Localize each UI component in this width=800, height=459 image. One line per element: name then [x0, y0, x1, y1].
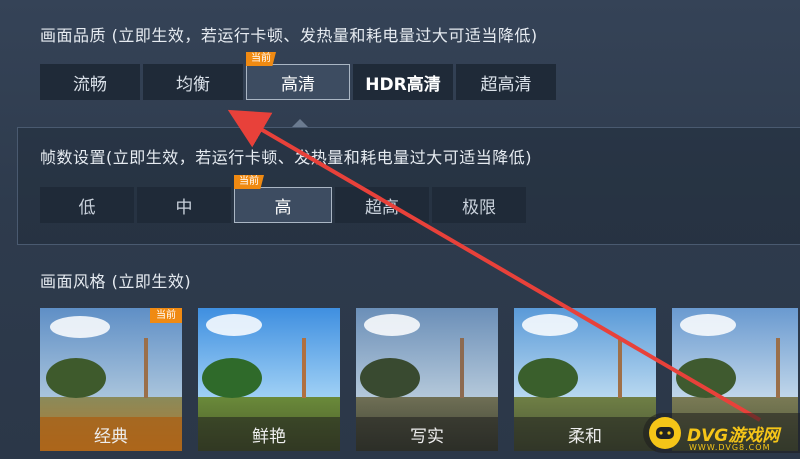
framerate-option-label: 超高: [365, 197, 399, 218]
quality-options: 流畅 均衡 当前 高清 HDR高清 超高清: [40, 52, 556, 100]
quality-section-title: 画面品质 (立即生效，若运行卡顿、发热量和耗电量过大可适当降低): [40, 26, 538, 45]
style-card-label: 写实: [356, 417, 498, 451]
framerate-option-high[interactable]: 当前 高: [234, 175, 332, 223]
tower-icon: [302, 338, 306, 398]
watermark-sub: WWW.DVG8.COM: [689, 443, 771, 452]
tree-icon: [676, 358, 736, 398]
framerate-option-ultra[interactable]: 超高: [335, 187, 429, 223]
tree-icon: [46, 358, 106, 398]
quality-option-hd[interactable]: 当前 高清: [246, 52, 350, 100]
style-card-vivid[interactable]: 鲜艳: [198, 308, 340, 451]
quality-option-label: HDR高清: [365, 74, 441, 95]
tower-icon: [618, 338, 622, 398]
gamepad-icon: [649, 417, 681, 449]
watermark-text: DVG游戏网: [687, 425, 780, 446]
framerate-option-label: 高: [274, 197, 292, 218]
style-card-classic[interactable]: 当前 经典: [40, 308, 182, 451]
style-card-soft[interactable]: 柔和: [514, 308, 656, 451]
framerate-option-label: 中: [175, 197, 193, 218]
cloud-icon: [680, 314, 736, 336]
tree-icon: [360, 358, 420, 398]
framerate-option-extreme[interactable]: 极限: [432, 187, 526, 223]
tower-icon: [460, 338, 464, 398]
framerate-options: 低 中 当前 高 超高 极限: [40, 175, 526, 223]
framerate-option-medium[interactable]: 中: [137, 187, 231, 223]
cloud-icon: [206, 314, 262, 336]
style-card-label: 鲜艳: [198, 417, 340, 451]
style-card-label: 柔和: [514, 417, 656, 451]
quality-option-balanced[interactable]: 均衡: [143, 64, 243, 100]
framerate-section-title: 帧数设置(立即生效，若运行卡顿、发热量和耗电量过大可适当降低): [40, 148, 532, 167]
cloud-icon: [364, 314, 420, 336]
quality-option-label: 高清: [281, 74, 315, 95]
tower-icon: [144, 338, 148, 398]
quality-option-ultra-hd[interactable]: 超高清: [456, 64, 556, 100]
cloud-icon: [50, 316, 110, 338]
tower-icon: [776, 338, 780, 398]
tree-icon: [518, 358, 578, 398]
quality-option-hdr-hd[interactable]: HDR高清: [353, 64, 453, 100]
quality-option-label: 均衡: [176, 74, 210, 95]
current-badge: 当前: [150, 308, 182, 323]
quality-option-label: 流畅: [73, 74, 107, 95]
current-badge: 当前: [246, 52, 276, 66]
watermark: DVG游戏网 WWW.DVG8.COM: [643, 413, 800, 453]
style-card-realistic[interactable]: 写实: [356, 308, 498, 451]
framerate-option-label: 低: [78, 197, 96, 218]
style-card-label: 经典: [40, 417, 182, 451]
cloud-icon: [522, 314, 578, 336]
style-section-title: 画面风格 (立即生效): [40, 272, 192, 291]
tree-icon: [202, 358, 262, 398]
current-badge: 当前: [234, 175, 264, 189]
framerate-option-label: 极限: [462, 197, 496, 218]
framerate-option-low[interactable]: 低: [40, 187, 134, 223]
quality-option-label: 超高清: [480, 74, 532, 95]
section-pointer: [292, 119, 308, 127]
quality-option-smooth[interactable]: 流畅: [40, 64, 140, 100]
